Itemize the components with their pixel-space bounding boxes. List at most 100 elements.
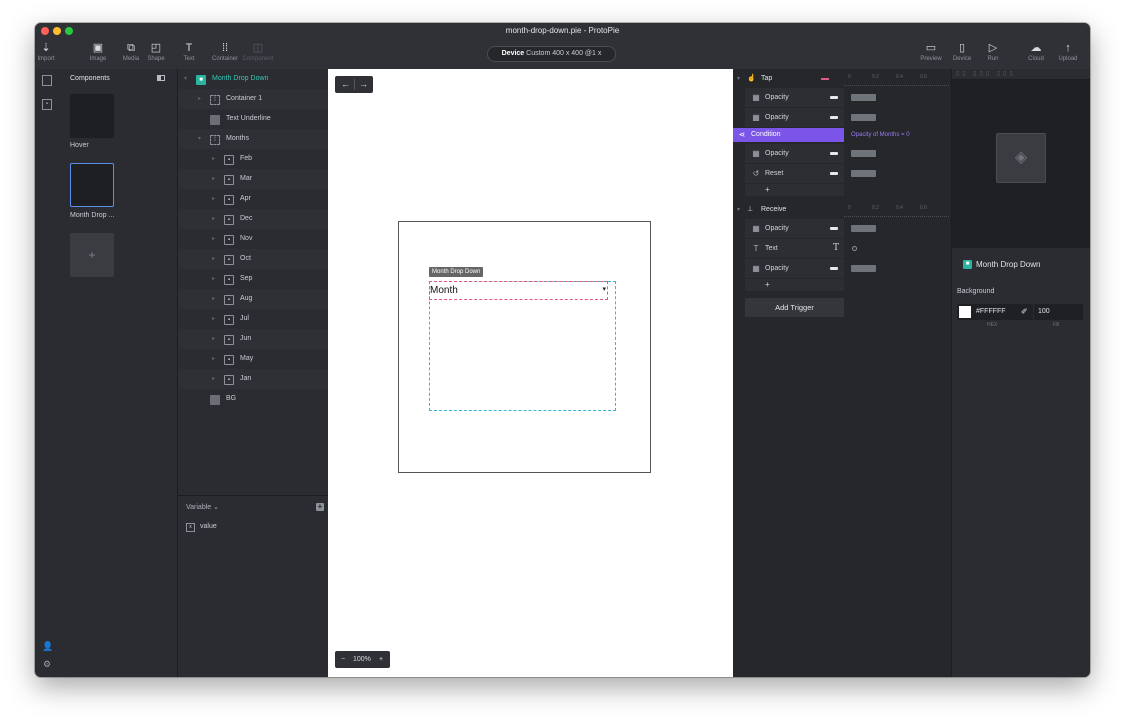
upload-button[interactable]: ↑ Upload [1055, 42, 1081, 62]
layer-row-oct[interactable]: ▸ ▪ Oct [178, 249, 328, 269]
panel-toggle-icon[interactable] [157, 75, 165, 81]
artboard[interactable]: Month Drop Down Month ▾ [398, 221, 651, 473]
expand-arrow-icon[interactable]: ▸ [212, 369, 215, 389]
pages-icon[interactable] [42, 75, 52, 86]
response-opacity[interactable]: ▦ Opacity [745, 219, 844, 238]
color-swatch[interactable] [959, 306, 971, 318]
add-trigger-button[interactable]: Add Trigger [745, 298, 844, 317]
expand-arrow-icon[interactable]: ▸ [198, 89, 201, 109]
expand-arrow-icon[interactable]: ▸ [212, 169, 215, 189]
eyedropper-icon[interactable]: ✐ [1021, 307, 1028, 316]
layer-row-dec[interactable]: ▸ ▪ Dec [178, 209, 328, 229]
expand-arrow-icon[interactable]: ▸ [212, 189, 215, 209]
layer-row-months[interactable]: ▾ ⁞ Months [178, 129, 328, 149]
expand-arrow-icon[interactable]: ▸ [212, 329, 215, 349]
cloud-button[interactable]: ☁ Cloud [1023, 42, 1049, 62]
response-condition[interactable]: ⋖ Condition [733, 128, 844, 142]
layer-row-jan[interactable]: ▸ ▪ Jan [178, 369, 328, 389]
layer-row-apr[interactable]: ▸ ▪ Apr [178, 189, 328, 209]
layer-row-bg[interactable]: BG [178, 389, 328, 409]
fill-value[interactable]: 100 [1038, 308, 1050, 315]
device-button[interactable]: ▯ Device [949, 42, 975, 62]
media-button[interactable]: ⧉ Media [120, 42, 142, 62]
response-opacity[interactable]: ▦ Opacity [745, 259, 844, 278]
response-reset[interactable]: ↺ Reset [745, 164, 844, 183]
response-opacity[interactable]: ▦ Opacity [745, 144, 844, 163]
settings-gear-icon[interactable]: ⚙ [42, 659, 52, 669]
run-button[interactable]: ▷ Run [980, 42, 1006, 62]
condition-expression[interactable]: Opacity of Months = 0 [844, 128, 951, 142]
layer-row-may[interactable]: ▸ ▪ May [178, 349, 328, 369]
forward-arrow-icon[interactable]: → [359, 76, 368, 93]
collapse-arrow-icon[interactable]: ▾ [184, 69, 187, 89]
collapse-arrow-icon[interactable]: ▾ [737, 70, 740, 88]
rectangle-icon [210, 395, 220, 405]
layer-row-jul[interactable]: ▸ ▪ Jul [178, 309, 328, 329]
layer-label: BG [226, 395, 237, 402]
timeline-bar[interactable] [851, 265, 876, 272]
variable-header[interactable]: Variable ⌄ [186, 503, 219, 511]
ruler-tick: 0.4 [896, 205, 903, 211]
add-variable-button[interactable]: + [316, 503, 324, 511]
layer-row-month-drop-down[interactable]: ▾ ■ Month Drop Down [178, 69, 328, 89]
collapse-arrow-icon[interactable]: ▾ [737, 201, 740, 219]
text-button[interactable]: T Text [178, 42, 200, 62]
color-field[interactable]: #FFFFFF ✐ [957, 304, 1033, 320]
timeline-bar[interactable] [851, 150, 876, 157]
expand-arrow-icon[interactable]: ▸ [212, 289, 215, 309]
layer-row-sep[interactable]: ▸ ▪ Sep [178, 269, 328, 289]
layer-row-container-1[interactable]: ▸ ⁞ Container 1 [178, 89, 328, 109]
expand-arrow-icon[interactable]: ▸ [212, 349, 215, 369]
fill-field[interactable]: 100 [1034, 304, 1083, 320]
layer-row-feb[interactable]: ▸ ▪ Feb [178, 149, 328, 169]
back-arrow-icon[interactable]: ← [341, 76, 350, 93]
align-icons[interactable]: ▯▯ ▯▯▯ ▯▯▯ [956, 70, 1016, 77]
variable-value[interactable]: value [200, 523, 217, 530]
preview-button[interactable]: ▭ Preview [918, 42, 944, 62]
object-name[interactable]: Month Drop Down [976, 260, 1040, 269]
response-opacity[interactable]: ▦ Opacity [745, 88, 844, 107]
add-response-button[interactable]: + [745, 279, 844, 291]
component-thumb-hover[interactable] [70, 94, 114, 138]
add-response-button[interactable]: + [745, 184, 844, 196]
component-preview: ◈ [952, 80, 1090, 248]
account-icon[interactable]: 👤 [42, 641, 53, 651]
components-icon[interactable]: ▪ [42, 99, 52, 110]
add-component-button[interactable]: + [70, 233, 114, 277]
response-text[interactable]: T Text T [745, 239, 844, 258]
expand-arrow-icon[interactable]: ▸ [212, 309, 215, 329]
hex-value[interactable]: #FFFFFF [976, 308, 1006, 315]
container-button[interactable]: ⁞⁞ Container [207, 42, 243, 62]
layer-row-mar[interactable]: ▸ ▪ Mar [178, 169, 328, 189]
expand-arrow-icon[interactable]: ▸ [212, 229, 215, 249]
device-selector[interactable]: Device Custom 400 x 400 @1 x [487, 46, 616, 62]
dropdown-selection[interactable]: Month ▾ [429, 281, 608, 300]
shape-button[interactable]: ◰ Shape [145, 42, 167, 62]
timeline-bar[interactable] [851, 225, 876, 232]
expand-arrow-icon[interactable]: ▸ [212, 149, 215, 169]
cloud-icon: ☁ [1030, 42, 1042, 54]
trigger-receive[interactable]: ▾ ⊥ Receive [733, 201, 833, 219]
trigger-tap[interactable]: ▾ ☝ Tap [733, 70, 833, 88]
component-thumb-month-drop[interactable] [70, 163, 114, 207]
zoom-value[interactable]: 100% [353, 651, 371, 668]
import-button[interactable]: ⇣ Import [35, 42, 57, 62]
timeline-bar[interactable] [851, 170, 876, 177]
layer-row-text-underline[interactable]: Text Underline [178, 109, 328, 129]
keyframe-dot[interactable] [852, 246, 857, 251]
expand-arrow-icon[interactable]: ▸ [212, 249, 215, 269]
image-button[interactable]: ▣ Image [87, 42, 109, 62]
zoom-in-button[interactable]: + [379, 651, 383, 668]
timeline-bar[interactable] [851, 114, 876, 121]
response-opacity[interactable]: ▦ Opacity [745, 108, 844, 127]
layer-row-nov[interactable]: ▸ ▪ Nov [178, 229, 328, 249]
zoom-out-button[interactable]: − [341, 651, 345, 668]
component-icon: ■ [196, 75, 206, 85]
collapse-arrow-icon[interactable]: ▾ [198, 129, 201, 149]
expand-arrow-icon[interactable]: ▸ [212, 269, 215, 289]
layer-row-jun[interactable]: ▸ ▪ Jun [178, 329, 328, 349]
layer-row-aug[interactable]: ▸ ▪ Aug [178, 289, 328, 309]
timeline-bar[interactable] [851, 94, 876, 101]
expand-arrow-icon[interactable]: ▸ [212, 209, 215, 229]
canvas[interactable]: ← → Month Drop Down Month ▾ − 100% + [328, 69, 733, 677]
